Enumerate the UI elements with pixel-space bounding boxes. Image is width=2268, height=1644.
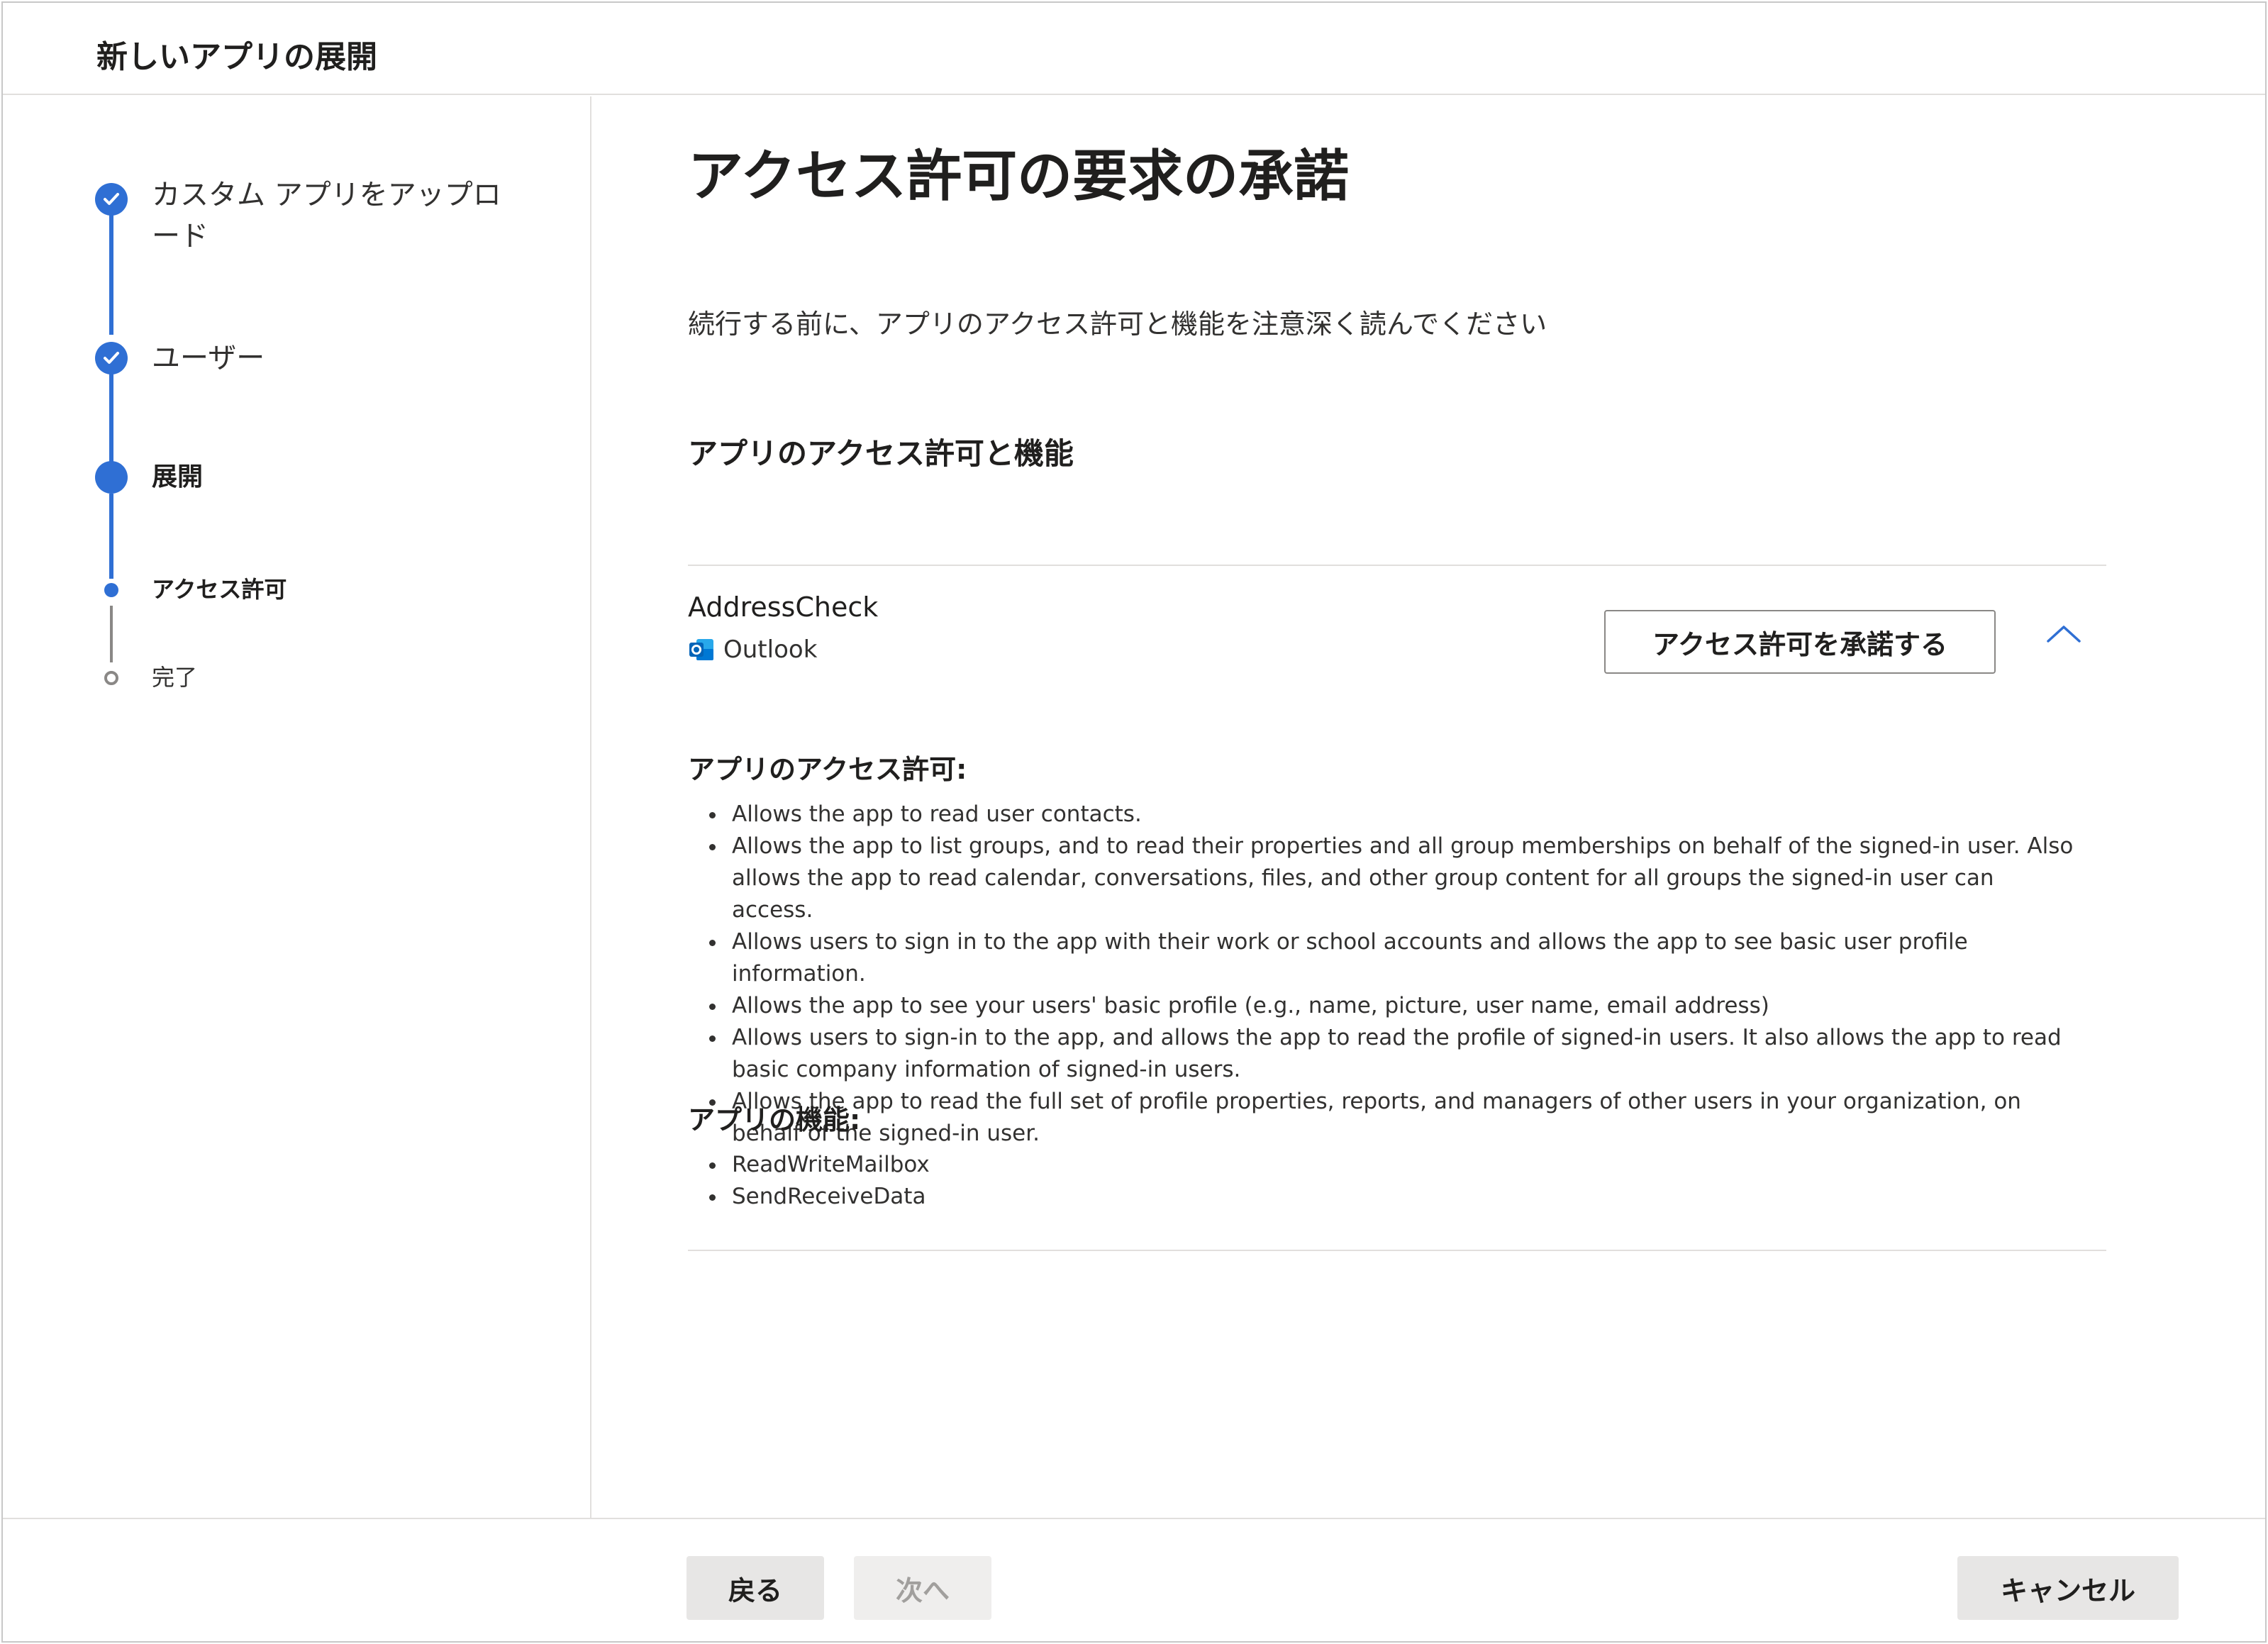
divider <box>688 565 2106 566</box>
permission-item: Allows users to sign-in to the app, and … <box>688 1022 2078 1086</box>
step-users-label: ユーザー <box>152 342 265 374</box>
step-complete-icon <box>95 183 128 216</box>
back-button[interactable]: 戻る <box>686 1556 824 1620</box>
permission-item: Allows the app to see your users' basic … <box>688 990 2078 1022</box>
panel-title: 新しいアプリの展開 <box>96 39 377 75</box>
step-complete-icon <box>95 342 128 374</box>
capabilities-title: アプリの機能: <box>688 1104 861 1135</box>
panel-footer: 戻る 次へ キャンセル <box>3 1518 2265 1641</box>
permissions-title: アプリのアクセス許可: <box>688 754 967 785</box>
intro-text: 続行する前に、アプリのアクセス許可と機能を注意深く読んでください <box>688 309 1547 340</box>
app-host: Outlook <box>688 635 817 664</box>
permission-item: Allows the app to list groups, and to re… <box>688 831 2078 926</box>
step-upload-label: カスタム アプリをアップロ ード <box>152 179 501 252</box>
capability-item: SendReceiveData <box>688 1181 2078 1213</box>
panel-header: 新しいアプリの展開 <box>3 3 2265 95</box>
step-connector <box>109 363 113 462</box>
accept-permissions-button[interactable]: アクセス許可を承諾する <box>1604 610 1996 674</box>
app-name: AddressCheck <box>688 591 879 623</box>
step-connector <box>109 203 113 335</box>
step-finish-label: 完了 <box>152 664 198 691</box>
capability-item: ReadWriteMailbox <box>688 1149 2078 1181</box>
next-button[interactable]: 次へ <box>854 1556 991 1620</box>
substep-current-icon <box>104 583 118 597</box>
step-navigator: カスタム アプリをアップロ ード ユーザー 展開 アクセス許可 完了 <box>3 96 591 1518</box>
app-host-label: Outlook <box>723 635 818 664</box>
step-permissions-label: アクセス許可 <box>152 576 287 603</box>
step-current-icon <box>95 461 128 494</box>
permission-item: Allows users to sign in to the app with … <box>688 926 2078 990</box>
main-content: アクセス許可の要求の承諾 続行する前に、アプリのアクセス許可と機能を注意深く読ん… <box>593 96 2265 1518</box>
substep-pending-icon <box>104 671 118 685</box>
permissions-list: Allows the app to read user contacts. Al… <box>688 799 2078 1150</box>
deploy-app-panel: 新しいアプリの展開 カスタム アプリをアップロ ード ユーザー 展開 アクセス許… <box>1 1 2267 1643</box>
outlook-icon <box>688 636 715 663</box>
chevron-up-icon[interactable] <box>2042 614 2085 657</box>
capabilities-list: ReadWriteMailbox SendReceiveData <box>688 1149 2078 1213</box>
page-title: アクセス許可の要求の承諾 <box>688 145 1350 209</box>
permission-item: Allows the app to read the full set of p… <box>688 1086 2078 1150</box>
step-connector <box>109 494 113 579</box>
permission-item: Allows the app to read user contacts. <box>688 799 2078 831</box>
step-deploy-label: 展開 <box>152 462 204 491</box>
divider <box>688 1250 2106 1251</box>
cancel-button[interactable]: キャンセル <box>1957 1556 2179 1620</box>
step-connector <box>110 606 113 662</box>
section-title: アプリのアクセス許可と機能 <box>688 436 1074 471</box>
